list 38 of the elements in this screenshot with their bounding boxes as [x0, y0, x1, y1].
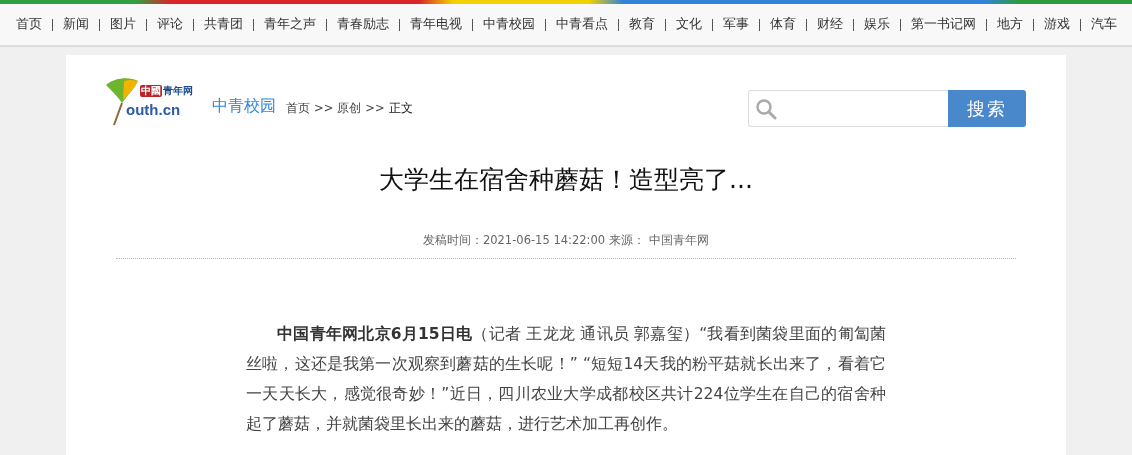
article-paragraph: 中国青年网北京6月15日电（记者 王龙龙 通讯员 郭嘉玺）“我看到菌袋里面的匍匐菌丝啦，这还是我第一次观察到蘑菇的生长呢！” “短短14天我的粉平菇就长出来了，看着它一天天长大，感觉很奇妙！”近日，四川农业大学成都校区共计224位学生在自己的宿舍种起了蘑菇，并就菌袋里长出来的蘑菇，进行艺术加工再创作。 — [246, 324, 886, 435]
search-icon — [755, 97, 777, 120]
breadcrumb-link[interactable]: 首页 — [286, 101, 310, 116]
search-field[interactable] — [748, 90, 948, 127]
nav-link[interactable]: 青春励志 — [336, 16, 389, 33]
channel-title: 中青校园 — [212, 96, 276, 117]
nav-link[interactable]: 财经 — [816, 16, 843, 33]
nav-link[interactable]: 教育 — [628, 16, 655, 33]
article-title: 大学生在宿舍种蘑菇！造型亮了... — [378, 164, 754, 196]
search-button[interactable]: 搜索 — [948, 90, 1026, 127]
nav-link[interactable]: 军事 — [722, 16, 749, 33]
breadcrumb-link[interactable]: 正文 — [388, 101, 413, 116]
nav-link[interactable]: 评论 — [156, 16, 183, 33]
nav-link[interactable]: 娱乐 — [863, 16, 890, 33]
nav-link[interactable]: 游戏 — [1043, 16, 1070, 33]
logo-name: 青年网 — [163, 85, 193, 97]
site-logo[interactable]: 中國 青年网 outh.cn — [104, 75, 200, 127]
source-label: 来源： — [609, 233, 646, 248]
nav-link[interactable]: 共青团 — [203, 16, 243, 33]
nav-link[interactable]: 地方 — [996, 16, 1023, 33]
publish-time: 发稿时间：2021-06-15 14:22:00 — [422, 233, 606, 248]
breadcrumb-separator: >> — [365, 101, 385, 116]
nav-link[interactable]: 中青看点 — [555, 16, 608, 33]
nav-link[interactable]: 汽车 — [1090, 16, 1117, 33]
nav-link[interactable]: 首页 — [15, 16, 42, 33]
nav-link[interactable]: 文化 — [675, 16, 702, 33]
nav-link[interactable]: 中青校园 — [482, 16, 535, 33]
source-name: 中国青年网 — [649, 233, 710, 248]
logo-domain: outh.cn — [126, 101, 181, 118]
nav-link[interactable]: 青年电视 — [409, 16, 462, 33]
logo-badge: 中國 — [140, 85, 162, 97]
nav-link[interactable]: 新闻 — [62, 16, 89, 33]
breadcrumb-separator: >> — [314, 101, 334, 116]
nav-link[interactable]: 第一书记网 — [910, 16, 976, 33]
nav-link[interactable]: 图片 — [109, 16, 136, 33]
breadcrumb-link[interactable]: 原创 — [337, 101, 362, 116]
nav-link[interactable]: 体育 — [769, 16, 796, 33]
nav-link[interactable]: 青年之声 — [263, 16, 316, 33]
